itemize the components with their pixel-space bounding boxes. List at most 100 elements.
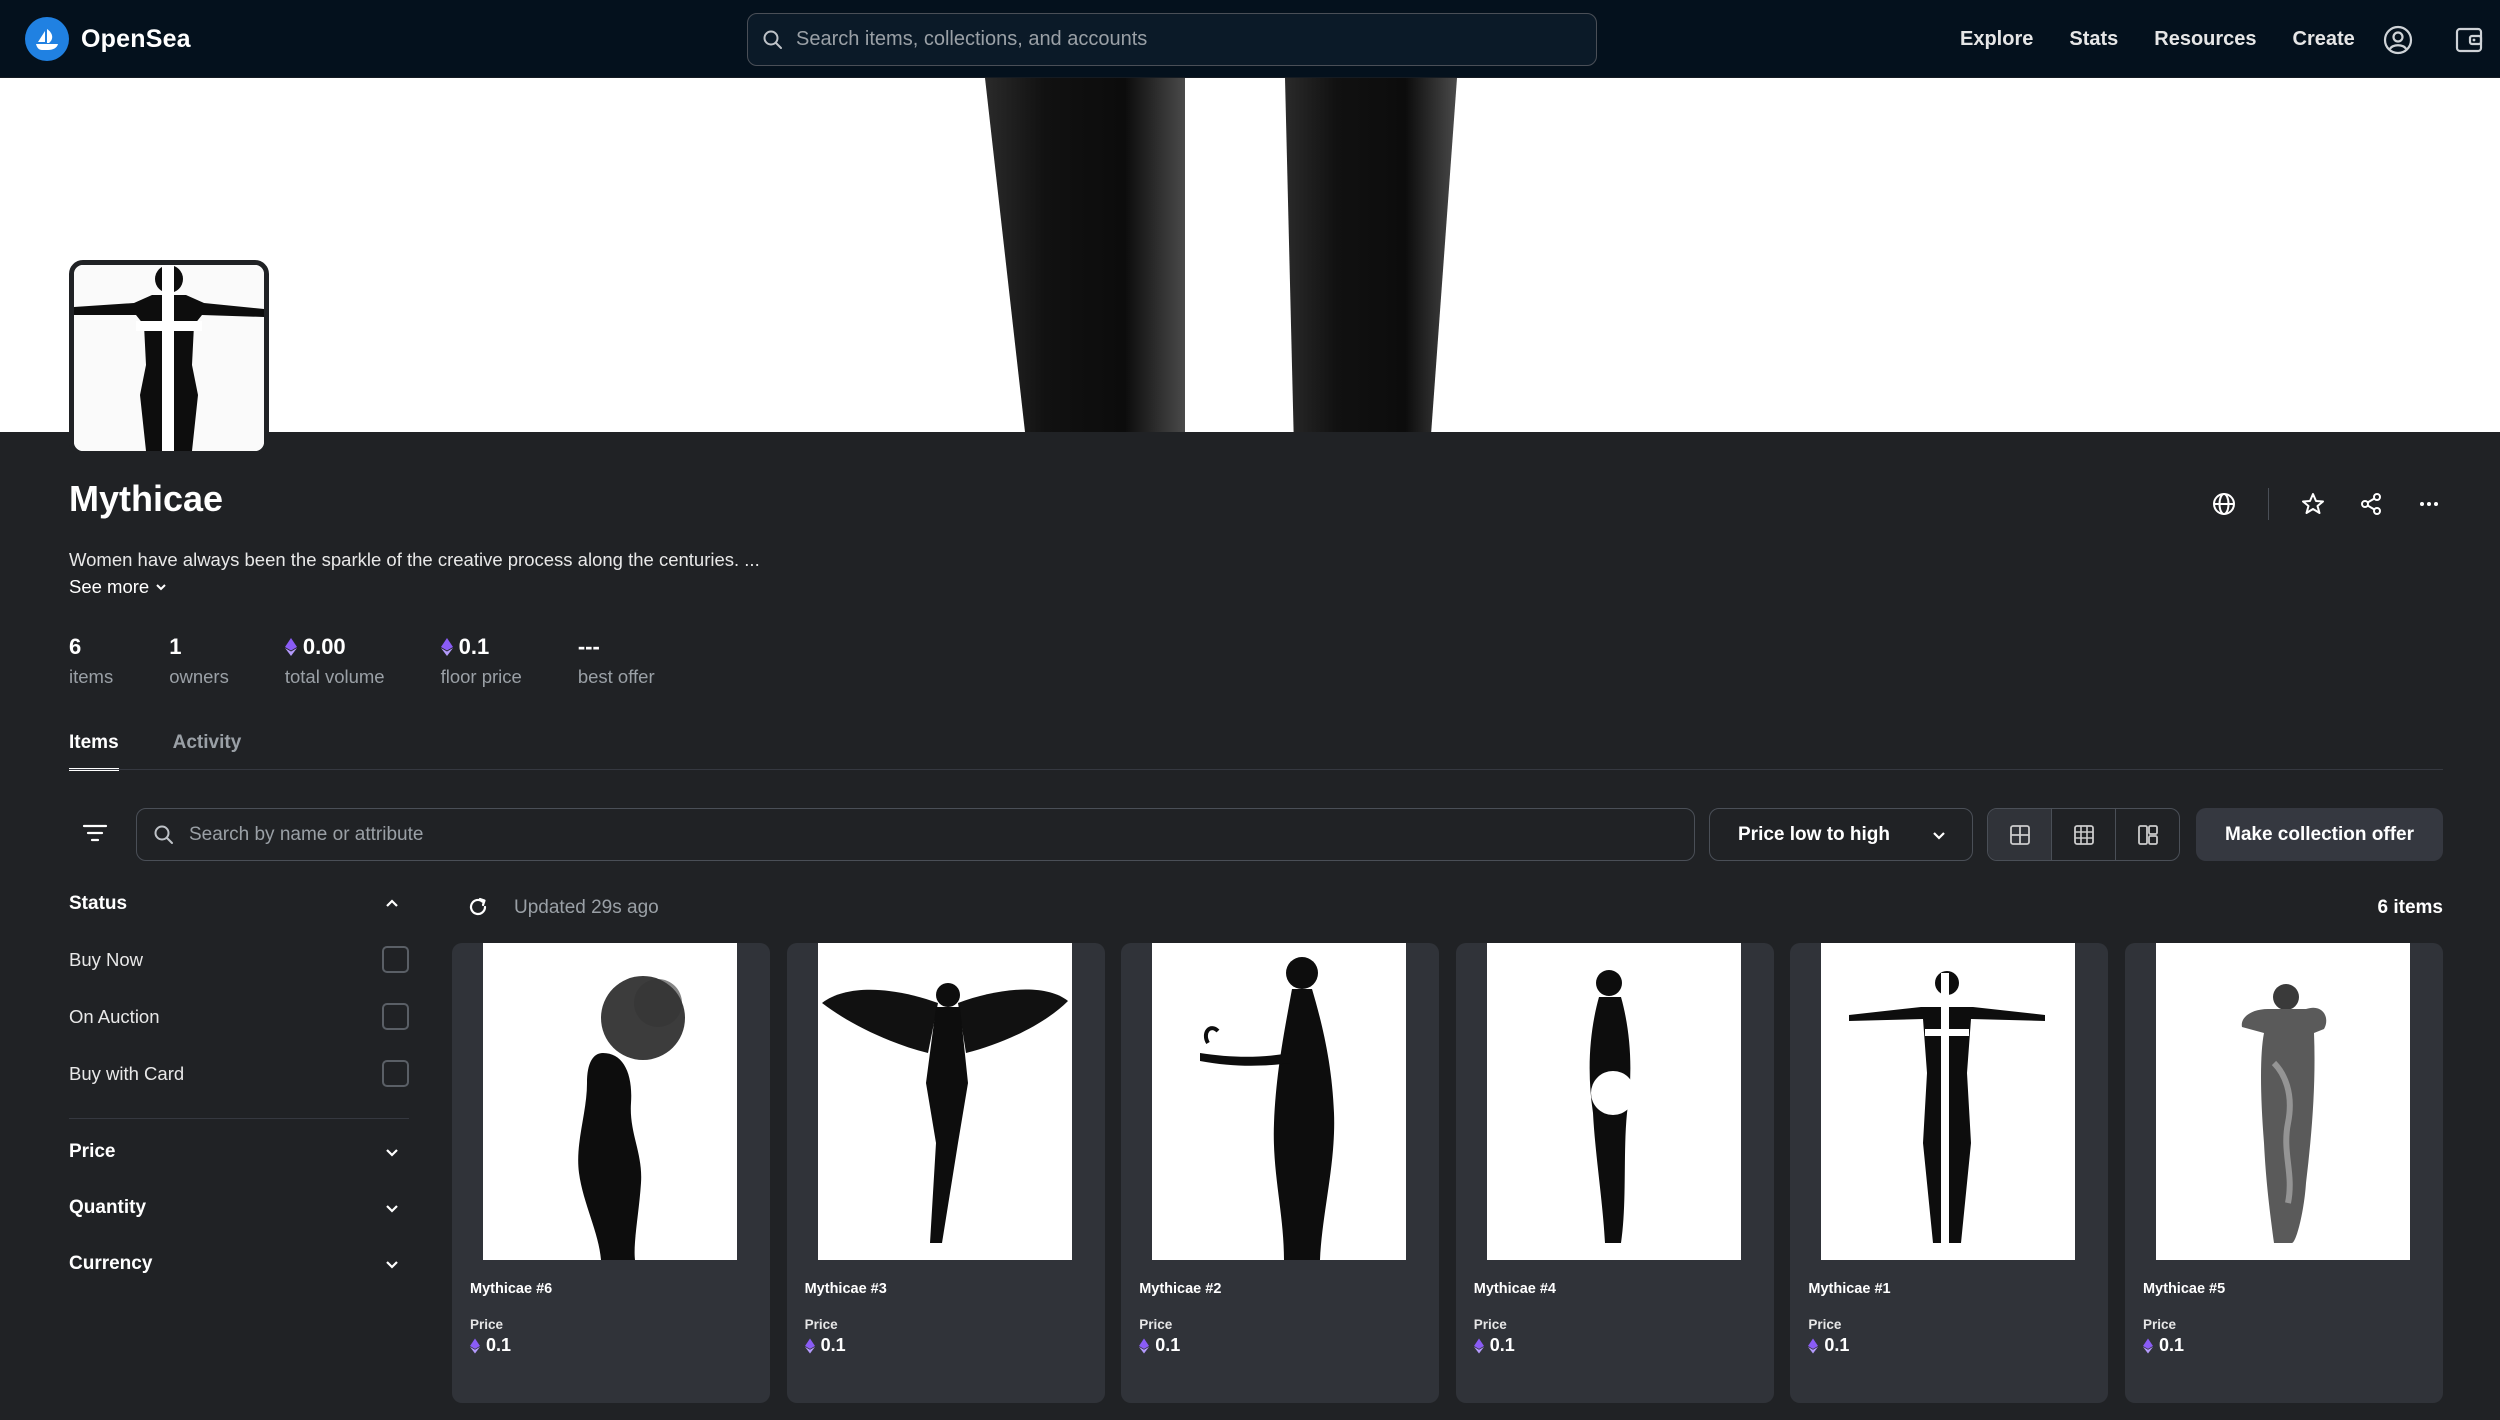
- filter-price-header[interactable]: Price: [69, 1141, 409, 1163]
- ethereum-icon: [2142, 1338, 2153, 1353]
- sidebar-divider: [69, 1118, 409, 1119]
- filter-option-label: On Auction: [69, 1005, 160, 1027]
- nft-card[interactable]: Mythicae #1 Price 0.1: [1790, 943, 2109, 1403]
- top-navigation: OpenSea Explore Stats Resources Create: [0, 0, 2500, 78]
- nft-name: Mythicae #6: [470, 1281, 553, 1297]
- stat-floor-price: 0.1 floor price: [440, 634, 522, 688]
- nft-card[interactable]: Mythicae #3 Price 0.1: [786, 943, 1105, 1403]
- chevron-down-icon: [156, 584, 166, 591]
- nav-link-stats[interactable]: Stats: [2069, 28, 2118, 51]
- price-value: 0.1: [2158, 1335, 2184, 1355]
- view-small-grid-button[interactable]: [2052, 809, 2116, 860]
- large-grid-icon: [2009, 824, 2030, 845]
- items-grid: Mythicae #6 Price 0.1 Mythicae #3 Price …: [452, 943, 2443, 1403]
- small-grid-icon: [2073, 824, 2094, 845]
- stat-label: best offer: [577, 666, 655, 687]
- item-search-input[interactable]: [189, 823, 1669, 846]
- action-divider: [2268, 488, 2269, 520]
- nav-link-create[interactable]: Create: [2293, 28, 2355, 51]
- see-more-button[interactable]: See more: [69, 576, 169, 598]
- nft-name: Mythicae #5: [2142, 1281, 2226, 1297]
- tab-activity[interactable]: Activity: [173, 732, 242, 771]
- global-search-input[interactable]: [796, 28, 1556, 51]
- stat-items: 6 items: [69, 634, 113, 688]
- ethereum-icon: [1808, 1338, 1819, 1353]
- price-label: Price: [2142, 1317, 2176, 1332]
- sort-label: Price low to high: [1738, 823, 1891, 845]
- opensea-logo[interactable]: OpenSea: [25, 17, 191, 61]
- nft-price: 0.1: [804, 1335, 846, 1356]
- nft-card[interactable]: Mythicae #2 Price 0.1: [1121, 943, 1440, 1403]
- nft-price: 0.1: [1473, 1335, 1515, 1356]
- collection-stats: 6 items 1 owners 0.00 total volume 0.1 f…: [69, 634, 711, 688]
- stat-value: 0.1: [458, 634, 490, 659]
- stat-value: 6: [69, 634, 82, 659]
- nav-links: Explore Stats Resources Create: [1960, 0, 2391, 78]
- ethereum-icon: [1139, 1338, 1150, 1353]
- filter-price-label: Price: [69, 1141, 116, 1162]
- filter-option-buy-now: Buy Now: [69, 946, 409, 973]
- sort-dropdown[interactable]: Price low to high: [1709, 808, 1973, 861]
- share-icon[interactable]: [2357, 490, 2385, 518]
- stat-total-volume: 0.00 total volume: [284, 634, 385, 688]
- banner-figure-left: [985, 78, 1185, 432]
- price-value: 0.1: [1155, 1335, 1181, 1355]
- nft-image: [1821, 943, 2076, 1260]
- nav-link-resources[interactable]: Resources: [2154, 28, 2256, 51]
- nft-image: [2155, 943, 2410, 1260]
- stat-label: total volume: [284, 666, 385, 687]
- item-search-bar[interactable]: [136, 808, 1695, 861]
- nft-card[interactable]: Mythicae #6 Price 0.1: [452, 943, 770, 1403]
- ethereum-icon: [804, 1338, 815, 1353]
- global-search-bar[interactable]: [747, 13, 1597, 66]
- make-collection-offer-button[interactable]: Make collection offer: [2196, 808, 2443, 861]
- filter-currency-label: Currency: [69, 1253, 153, 1274]
- tab-items[interactable]: Items: [69, 732, 119, 771]
- website-globe-icon[interactable]: [2210, 490, 2238, 518]
- stat-value: ---: [577, 634, 600, 659]
- nft-card[interactable]: Mythicae #5 Price 0.1: [2124, 943, 2443, 1403]
- price-label: Price: [804, 1317, 838, 1332]
- buy-with-card-checkbox[interactable]: [382, 1060, 409, 1087]
- stat-best-offer: --- best offer: [578, 634, 655, 688]
- nft-price: 0.1: [470, 1335, 511, 1356]
- view-masonry-button[interactable]: [2116, 809, 2179, 860]
- on-auction-checkbox[interactable]: [382, 1003, 409, 1030]
- stat-label: owners: [169, 666, 229, 687]
- collection-actions: [2210, 488, 2473, 520]
- account-icon[interactable]: [2382, 24, 2414, 56]
- nft-price: 0.1: [1139, 1335, 1180, 1356]
- buy-now-checkbox[interactable]: [382, 946, 409, 973]
- refresh-icon[interactable]: [466, 895, 490, 919]
- stat-value: 1: [169, 634, 182, 659]
- nft-name: Mythicae #4: [1473, 1281, 1556, 1297]
- see-more-label: See more: [69, 576, 150, 597]
- collection-banner-image: [0, 78, 2500, 432]
- filter-currency-header[interactable]: Currency: [69, 1253, 409, 1275]
- stat-value: 0.00: [302, 634, 346, 659]
- stat-label: items: [69, 666, 114, 687]
- filter-toggle-icon[interactable]: [80, 822, 110, 844]
- favorite-star-icon[interactable]: [2299, 490, 2327, 518]
- filter-status-header[interactable]: Status: [69, 893, 409, 915]
- view-mode-toggle: [1987, 808, 2180, 861]
- price-label: Price: [1139, 1317, 1173, 1332]
- view-large-grid-button[interactable]: [1988, 809, 2052, 860]
- nft-card[interactable]: Mythicae #4 Price 0.1: [1455, 943, 1774, 1403]
- filter-quantity-header[interactable]: Quantity: [69, 1197, 409, 1219]
- price-label: Price: [1808, 1317, 1842, 1332]
- collection-avatar: [69, 260, 269, 456]
- filter-option-label: Buy Now: [69, 948, 144, 970]
- tabs-divider: [69, 769, 2443, 770]
- nft-image: [817, 943, 1072, 1260]
- price-label: Price: [1473, 1317, 1507, 1332]
- search-icon: [763, 30, 782, 49]
- nft-price: 0.1: [1808, 1335, 1849, 1356]
- filter-quantity-label: Quantity: [69, 1197, 147, 1218]
- price-value: 0.1: [1824, 1335, 1850, 1355]
- opensea-logo-icon: [25, 17, 69, 61]
- nav-link-explore[interactable]: Explore: [1960, 28, 2033, 51]
- wallet-icon[interactable]: [2453, 24, 2485, 56]
- more-options-icon[interactable]: [2415, 490, 2443, 518]
- banner-figure-right: [1285, 78, 1457, 432]
